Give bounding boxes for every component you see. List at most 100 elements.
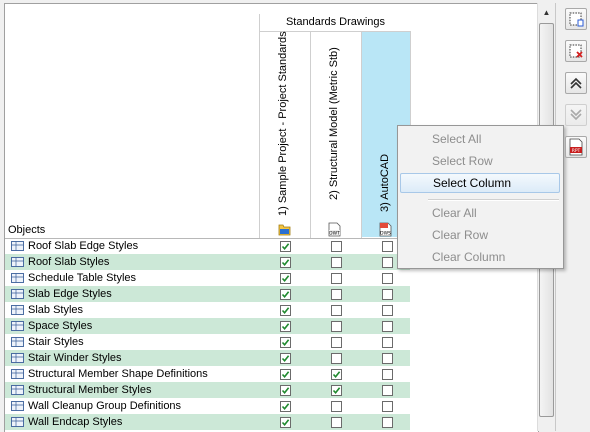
standards-checkbox[interactable]: [280, 273, 291, 284]
stair-icon: [11, 337, 24, 347]
standards-checkbox[interactable]: [331, 273, 342, 284]
checkmark-icon: [281, 371, 290, 379]
table-row[interactable]: Structural Member Styles: [5, 382, 410, 398]
add-drawing-icon: [569, 12, 584, 27]
standards-checkbox[interactable]: [280, 401, 291, 412]
table-row[interactable]: Roof Slab Styles: [5, 254, 410, 270]
menu-item-select-row[interactable]: Select Row: [400, 151, 560, 171]
object-name-label: Roof Slab Edge Styles: [28, 240, 139, 252]
standards-checkbox[interactable]: [382, 305, 393, 316]
standards-checkbox[interactable]: [382, 337, 393, 348]
standards-checkbox[interactable]: [331, 417, 342, 428]
move-up-button[interactable]: [565, 72, 587, 94]
space-icon: [11, 321, 24, 331]
structural-member-shape-icon: [11, 369, 24, 379]
slab-icon: [11, 305, 24, 315]
standards-checkbox[interactable]: [331, 257, 342, 268]
table-row[interactable]: Roof Slab Edge Styles: [5, 238, 410, 254]
object-name-cell: Structural Member Styles: [8, 382, 258, 398]
standards-checkbox[interactable]: [280, 321, 291, 332]
standards-checkbox[interactable]: [382, 369, 393, 380]
standards-checkbox[interactable]: [280, 241, 291, 252]
standards-checkbox[interactable]: [331, 337, 342, 348]
standards-checkbox[interactable]: [382, 353, 393, 364]
table-row[interactable]: Wall Cleanup Group Definitions: [5, 398, 410, 414]
table-row[interactable]: Structural Member Shape Definitions: [5, 366, 410, 382]
report-button[interactable]: RPT: [565, 136, 587, 158]
standards-checkbox[interactable]: [331, 369, 342, 380]
standards-checkbox[interactable]: [280, 337, 291, 348]
menu-item-select-column[interactable]: Select Column: [400, 173, 560, 193]
standards-checkbox[interactable]: [331, 353, 342, 364]
object-name-cell: Stair Winder Styles: [8, 350, 258, 366]
dwt-tag: DWT: [329, 231, 340, 237]
object-name-cell: Stair Styles: [8, 334, 258, 350]
standards-checkbox[interactable]: [280, 417, 291, 428]
standards-checkbox[interactable]: [280, 289, 291, 300]
standards-checkbox[interactable]: [280, 385, 291, 396]
standards-checkbox[interactable]: [382, 417, 393, 428]
move-down-icon: [570, 109, 582, 121]
standards-checkbox[interactable]: [280, 369, 291, 380]
report-icon: RPT: [569, 138, 583, 156]
object-name-cell: Wall Endcap Styles: [8, 414, 258, 430]
checkmark-icon: [281, 403, 290, 411]
table-row[interactable]: Slab Edge Styles: [5, 286, 410, 302]
remove-drawing-button[interactable]: [565, 40, 587, 62]
standards-checkbox[interactable]: [382, 401, 393, 412]
object-name-label: Stair Styles: [28, 336, 84, 348]
remove-drawing-icon: [569, 44, 583, 58]
standards-checkbox[interactable]: [382, 289, 393, 300]
object-name-label: Wall Endcap Styles: [28, 416, 123, 428]
object-name-cell: Wall Cleanup Group Definitions: [8, 398, 258, 414]
column-header-label[interactable]: 3) AutoCAD: [379, 154, 391, 212]
standards-checkbox[interactable]: [382, 321, 393, 332]
table-row[interactable]: Schedule Table Styles: [5, 270, 410, 286]
structural-member-icon: [11, 385, 24, 395]
checkmark-icon: [281, 419, 290, 427]
table-row[interactable]: Space Styles: [5, 318, 410, 334]
checkmark-icon: [281, 275, 290, 283]
object-name-label: Slab Styles: [28, 304, 84, 316]
column-header-label[interactable]: 1) Sample Project - Project Standards: [277, 31, 289, 216]
wall-endcap-icon: [11, 417, 24, 427]
standards-checkbox[interactable]: [382, 257, 393, 268]
menu-item-clear-column[interactable]: Clear Column: [400, 247, 560, 267]
add-drawing-button[interactable]: [565, 8, 587, 30]
column-header-label[interactable]: 2) Structural Model (Metric Stb): [328, 47, 340, 200]
standards-checkbox[interactable]: [280, 257, 291, 268]
standards-checkbox[interactable]: [280, 353, 291, 364]
schedule-table-icon: [11, 273, 24, 283]
menu-item-clear-all[interactable]: Clear All: [400, 203, 560, 223]
table-row[interactable]: Stair Styles: [5, 334, 410, 350]
object-name-cell: Space Styles: [8, 318, 258, 334]
standards-checkbox[interactable]: [280, 305, 291, 316]
standards-checkbox[interactable]: [331, 401, 342, 412]
table-row[interactable]: Wall Endcap Styles: [5, 414, 410, 430]
table-row[interactable]: Stair Winder Styles: [5, 350, 410, 366]
menu-item-clear-row[interactable]: Clear Row: [400, 225, 560, 245]
checkmark-icon: [281, 243, 290, 251]
standards-checkbox[interactable]: [331, 289, 342, 300]
table-row[interactable]: Slab Styles: [5, 302, 410, 318]
move-down-button[interactable]: [565, 104, 587, 126]
object-name-cell: Slab Styles: [8, 302, 258, 318]
standards-checkbox[interactable]: [382, 273, 393, 284]
object-name-cell: Schedule Table Styles: [8, 270, 258, 286]
standards-checkbox[interactable]: [331, 305, 342, 316]
standards-checkbox[interactable]: [382, 241, 393, 252]
object-name-cell: Slab Edge Styles: [8, 286, 258, 302]
report-tag: RPT: [572, 148, 581, 154]
scroll-up-arrow-icon[interactable]: ▲: [538, 4, 555, 21]
object-name-cell: Roof Slab Styles: [8, 254, 258, 270]
object-name-label: Structural Member Styles: [28, 384, 152, 396]
roof-slab-edge-icon: [11, 241, 24, 251]
standards-checkbox[interactable]: [331, 241, 342, 252]
standards-checkbox[interactable]: [331, 385, 342, 396]
menu-item-select-all[interactable]: Select All: [400, 129, 560, 149]
checkmark-icon: [281, 355, 290, 363]
dwt-file-icon: DWT: [328, 222, 341, 237]
standards-checkbox[interactable]: [331, 321, 342, 332]
standards-checkbox[interactable]: [382, 385, 393, 396]
dws-tag: DWS: [380, 231, 391, 237]
